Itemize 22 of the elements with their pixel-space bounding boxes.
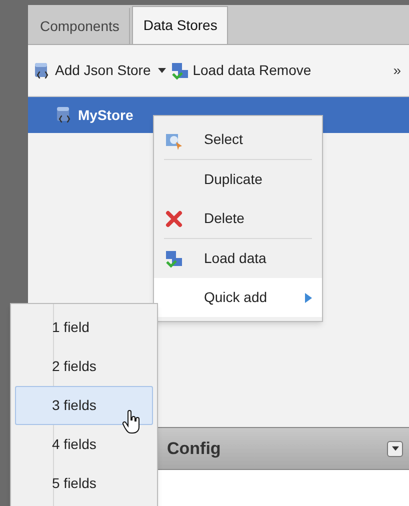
computers-icon (170, 60, 190, 80)
delete-icon (164, 208, 184, 228)
tab[interactable]: Data Stores (132, 6, 228, 44)
collapse-button[interactable] (387, 440, 403, 456)
computers-icon (164, 248, 184, 268)
submenu-item[interactable]: 3 fields (15, 386, 153, 425)
menu-item[interactable]: Delete (154, 199, 322, 238)
toolbar-button[interactable]: Remove (259, 60, 312, 81)
overflow-button[interactable]: » (393, 60, 405, 81)
submenu-item[interactable]: 1 field (15, 308, 153, 347)
caret-icon (392, 446, 398, 451)
panel-title: Config (167, 438, 221, 460)
hand-cursor-icon (122, 410, 142, 434)
menu-item[interactable]: Duplicate (154, 160, 322, 199)
menu-item[interactable]: Quick add (154, 278, 322, 317)
menu-item[interactable]: Load data (154, 239, 322, 278)
toolbar-button[interactable]: Add Json Store (32, 60, 166, 81)
submenu-item[interactable]: 2 fields (15, 347, 153, 386)
menu-item[interactable]: Select (154, 120, 322, 159)
submenu-item[interactable]: 5 fields (15, 464, 153, 503)
toolbar-button[interactable]: Load data (170, 60, 256, 81)
submenu-item[interactable]: 4 fields (15, 425, 153, 464)
